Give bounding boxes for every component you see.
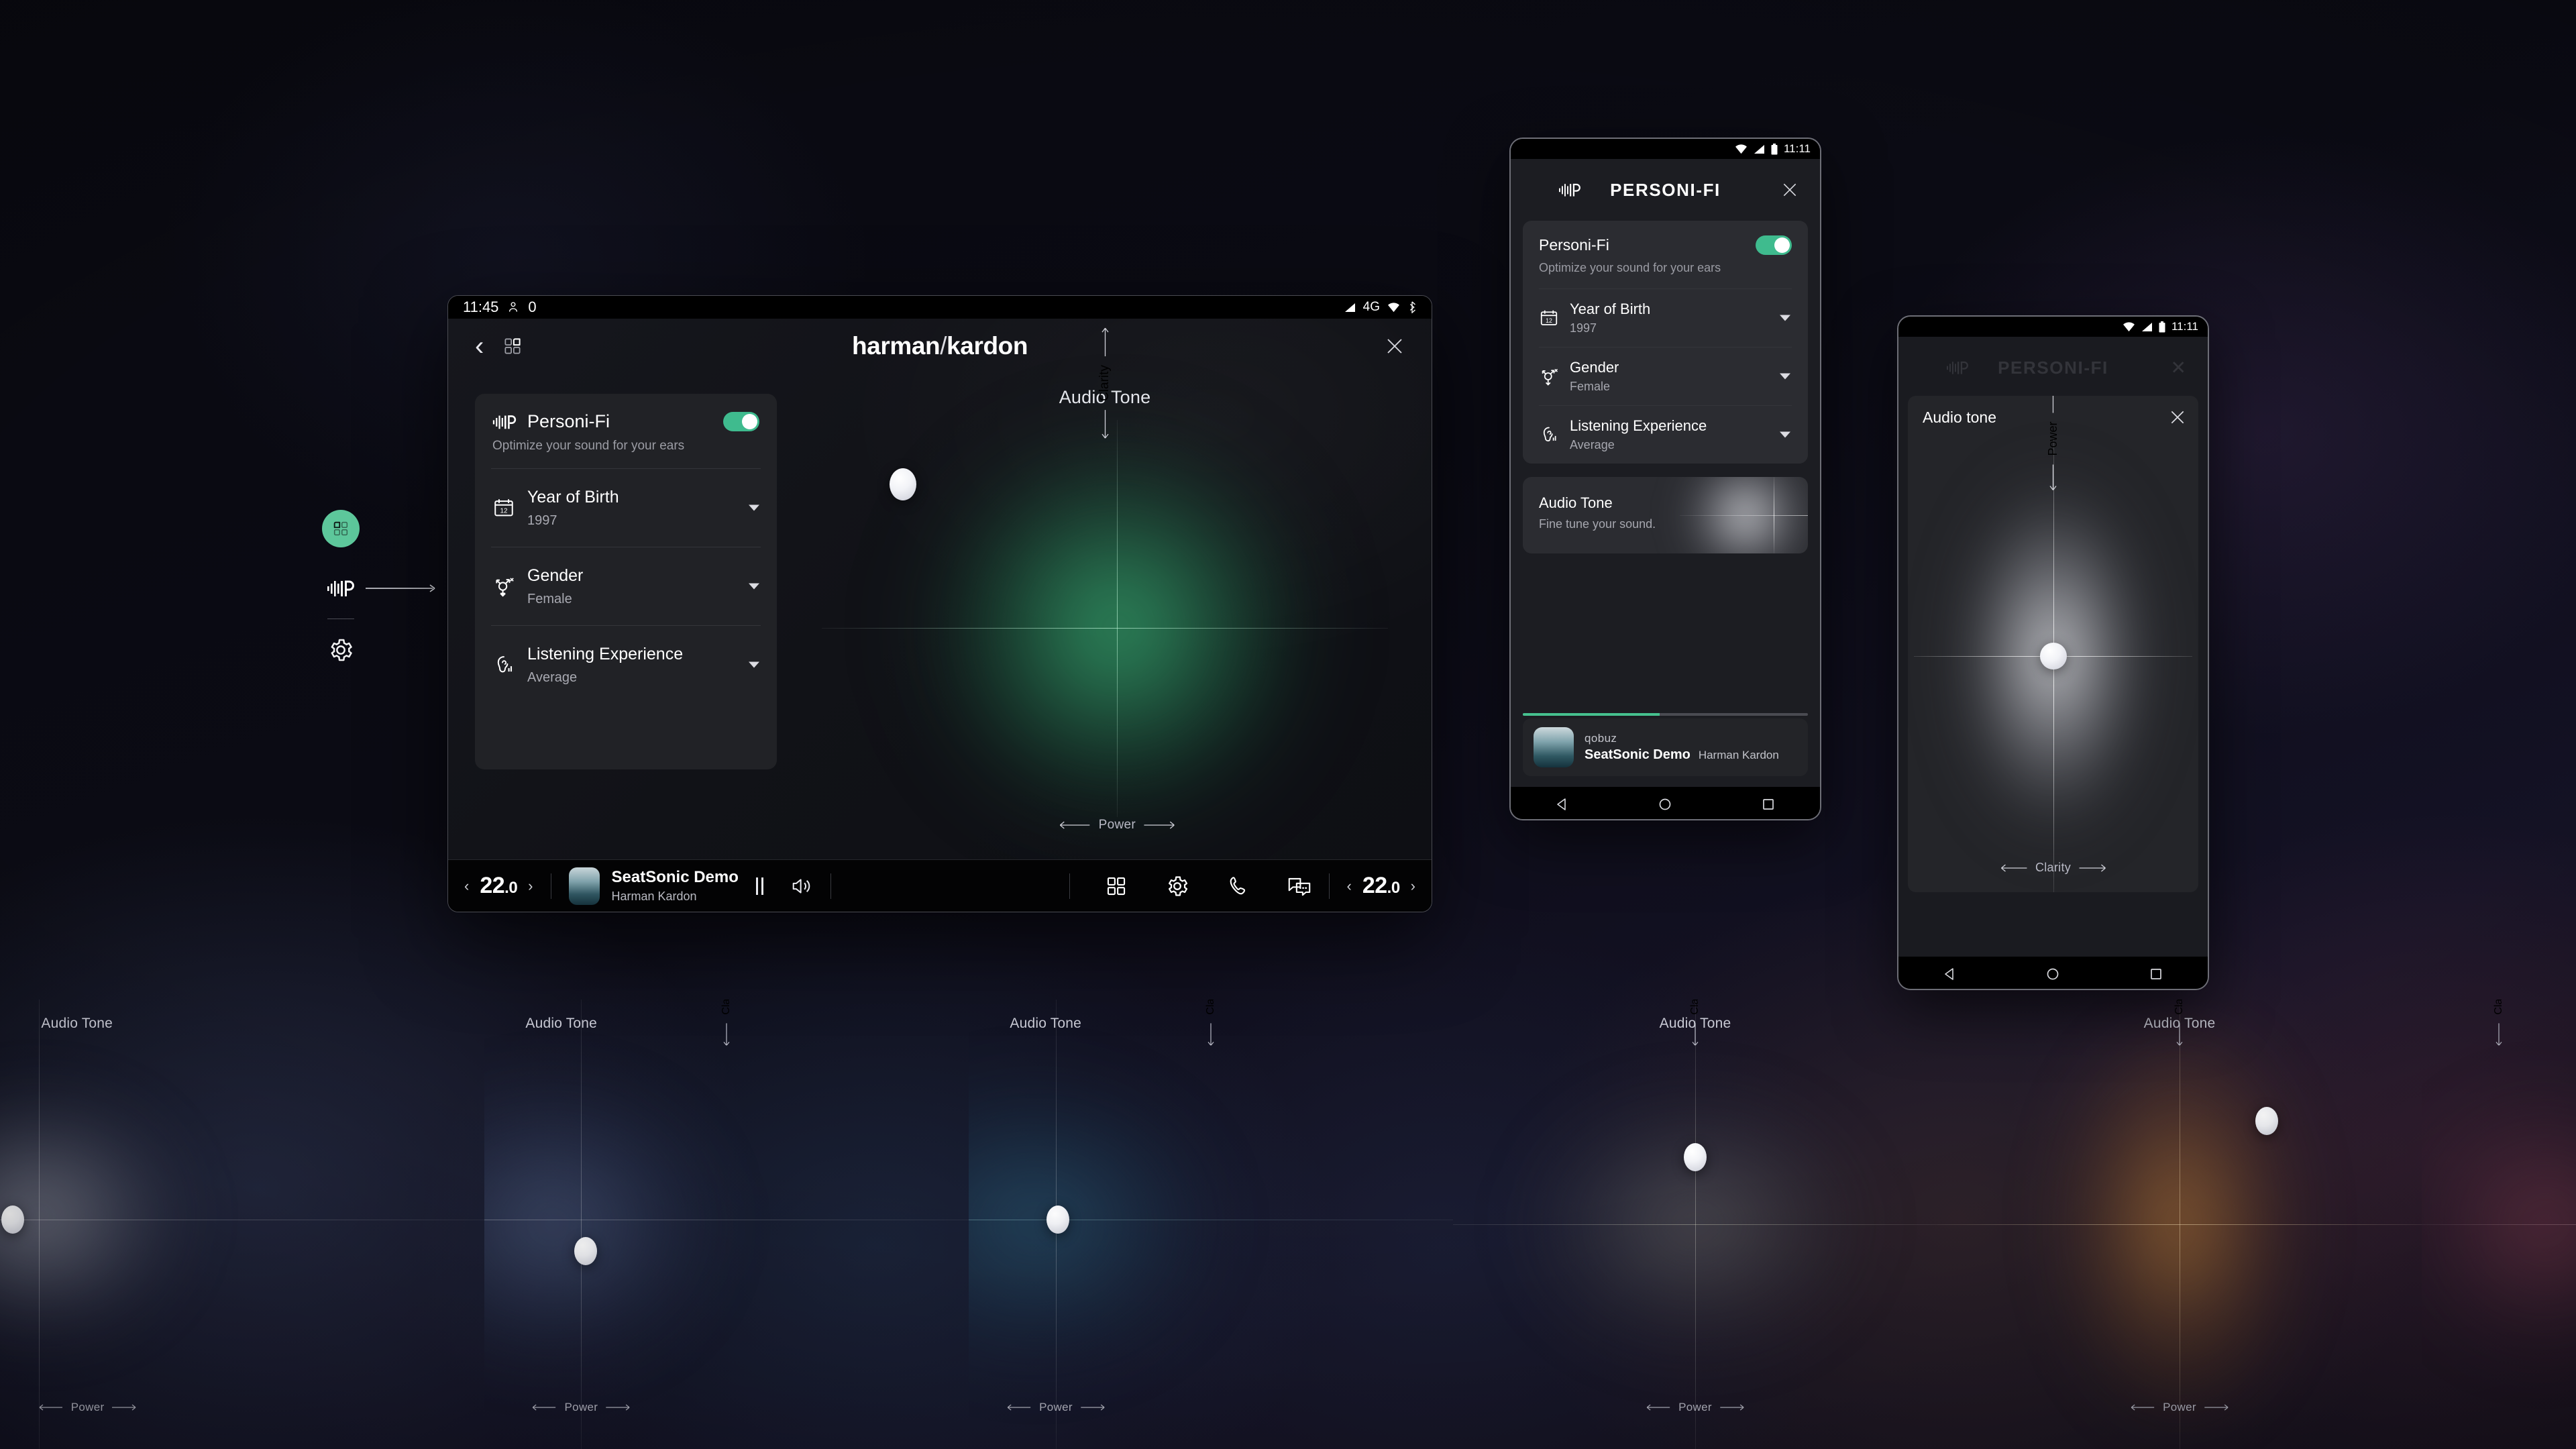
phone-a-audio-tone-subtitle: Fine tune your sound. bbox=[1539, 517, 1656, 531]
phone-a-audio-tone-title: Audio Tone bbox=[1539, 494, 1613, 511]
vignette-overlay bbox=[0, 0, 2576, 1449]
